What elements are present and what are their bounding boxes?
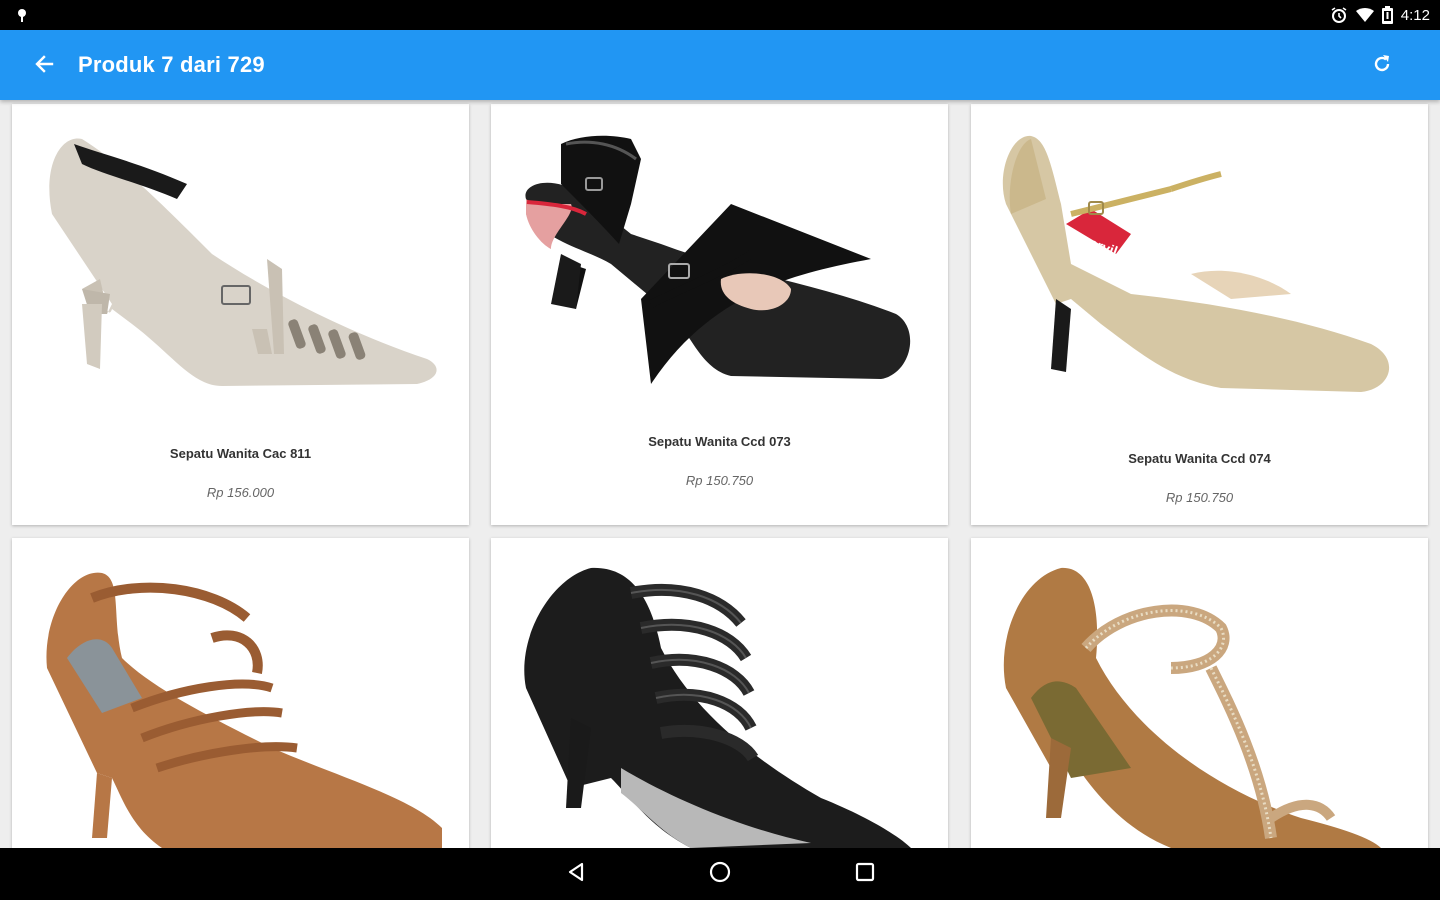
- product-card[interactable]: Sepatu Wanita Cac 811 Rp 156.000: [12, 104, 469, 525]
- nav-home-button[interactable]: [705, 860, 735, 888]
- arrow-back-icon: [34, 54, 54, 79]
- product-card[interactable]: Sepatu Wanita Ccd 073 Rp 150.750: [491, 104, 948, 525]
- product-card[interactable]: [971, 538, 1428, 848]
- navigation-bar: [0, 848, 1440, 900]
- status-time: 4:12: [1400, 6, 1430, 24]
- status-icons: 4:12: [1330, 5, 1430, 25]
- product-grid: Sepatu Wanita Cac 811 Rp 156.000 Sepatu …: [0, 100, 1440, 848]
- product-name: Sepatu Wanita Cac 811: [169, 446, 312, 461]
- nav-recents-button[interactable]: [850, 860, 880, 888]
- product-image: [46, 572, 442, 848]
- product-image: carvil: [1002, 135, 1390, 392]
- nav-back-button[interactable]: [561, 860, 591, 888]
- product-name: Sepatu Wanita Ccd 073: [648, 434, 791, 449]
- product-image: [525, 135, 911, 384]
- refresh-icon: [1371, 53, 1393, 80]
- product-name: Sepatu Wanita Ccd 074: [1128, 451, 1271, 466]
- app-bar: Produk 7 dari 729: [0, 30, 1440, 100]
- product-card[interactable]: carvil Sepatu Wanita Ccd 074 Rp 150.750: [971, 104, 1428, 525]
- product-image: [1003, 567, 1381, 848]
- battery-icon: [1381, 6, 1393, 24]
- product-image: [524, 567, 911, 848]
- product-card[interactable]: [491, 538, 948, 848]
- refresh-button[interactable]: [1368, 52, 1396, 80]
- product-price: Rp 150.750: [685, 473, 754, 488]
- product-card[interactable]: [12, 538, 469, 848]
- wifi-icon: [1355, 7, 1374, 23]
- recents-square-icon: [854, 861, 876, 888]
- status-bar: 4:12: [0, 0, 1440, 30]
- home-circle-icon: [708, 860, 732, 889]
- product-price: Rp 156.000: [206, 485, 275, 500]
- notification-icon: [14, 7, 30, 23]
- page-title: Produk 7 dari 729: [78, 52, 265, 77]
- back-button[interactable]: [30, 52, 58, 80]
- product-image: [49, 138, 437, 386]
- alarm-icon: [1330, 6, 1348, 24]
- product-price: Rp 150.750: [1165, 490, 1234, 505]
- back-triangle-icon: [565, 861, 587, 888]
